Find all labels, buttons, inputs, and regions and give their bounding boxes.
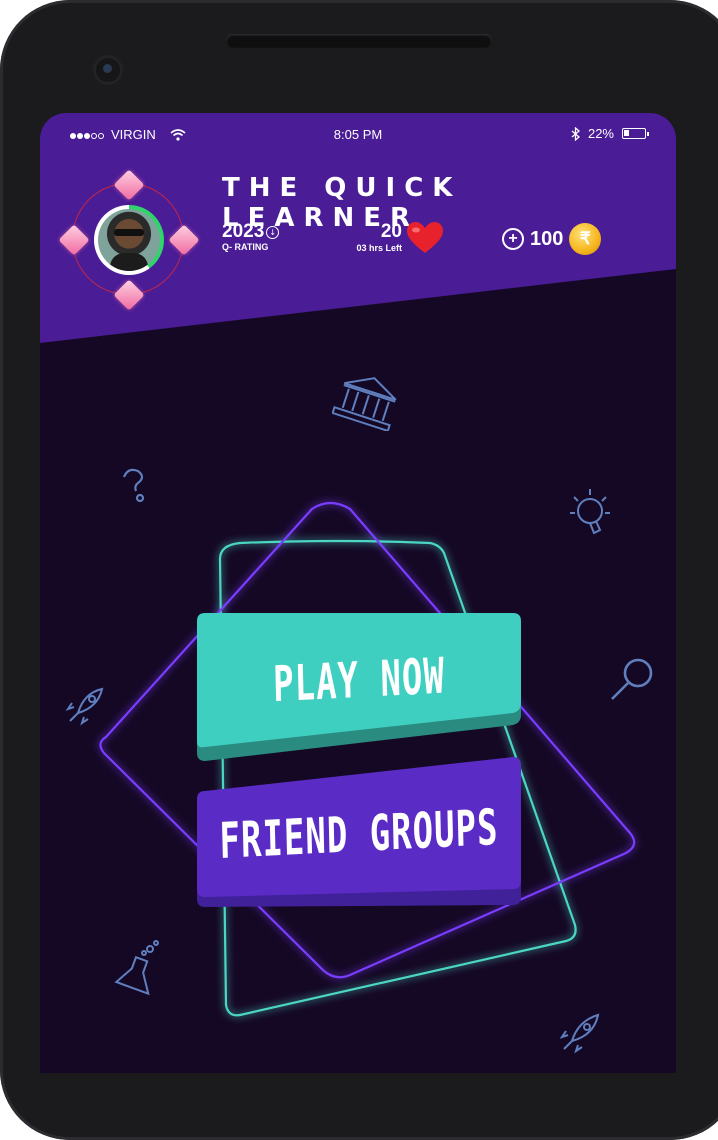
info-icon[interactable]: ↓ bbox=[266, 226, 280, 239]
lives-value: 20 bbox=[380, 221, 402, 242]
plus-icon[interactable]: + bbox=[502, 228, 524, 250]
rating-label: Q- RATING bbox=[222, 242, 269, 252]
heart-icon[interactable] bbox=[406, 221, 444, 255]
q-rating[interactable]: 2023 ↓ Q- RATING bbox=[222, 221, 280, 252]
coin-value: 100 bbox=[530, 227, 564, 250]
play-now-button[interactable]: PLAY NOW bbox=[197, 613, 521, 761]
rating-value: 2023 bbox=[222, 221, 265, 242]
rupee-coin-icon: ₹ bbox=[569, 223, 602, 255]
front-camera bbox=[93, 55, 123, 85]
app-screen: VIRGIN 8:05 PM 22% THE QUICK LEARNER 202… bbox=[40, 113, 676, 1073]
player-title: THE QUICK LEARNER bbox=[222, 173, 462, 233]
friend-groups-button[interactable]: FRIEND GROUPS bbox=[197, 757, 521, 909]
bank-icon bbox=[332, 377, 397, 431]
status-bar: VIRGIN 8:05 PM 22% bbox=[40, 113, 676, 155]
level-progress-ring bbox=[94, 205, 164, 275]
battery-icon bbox=[622, 128, 649, 139]
coin-balance[interactable]: + 100 ₹ bbox=[502, 223, 602, 255]
status-right-group: 22% bbox=[571, 126, 649, 141]
lives-counter[interactable]: 20 03 hrs Left bbox=[346, 221, 402, 253]
bluetooth-icon bbox=[571, 126, 580, 141]
phone-frame: VIRGIN 8:05 PM 22% THE QUICK LEARNER 202… bbox=[0, 0, 718, 1140]
avatar bbox=[98, 209, 160, 271]
lives-timer: 03 hrs Left bbox=[356, 243, 402, 253]
battery-percent: 22% bbox=[587, 126, 614, 141]
avatar-badge[interactable] bbox=[58, 169, 200, 311]
phone-speaker bbox=[226, 34, 492, 48]
